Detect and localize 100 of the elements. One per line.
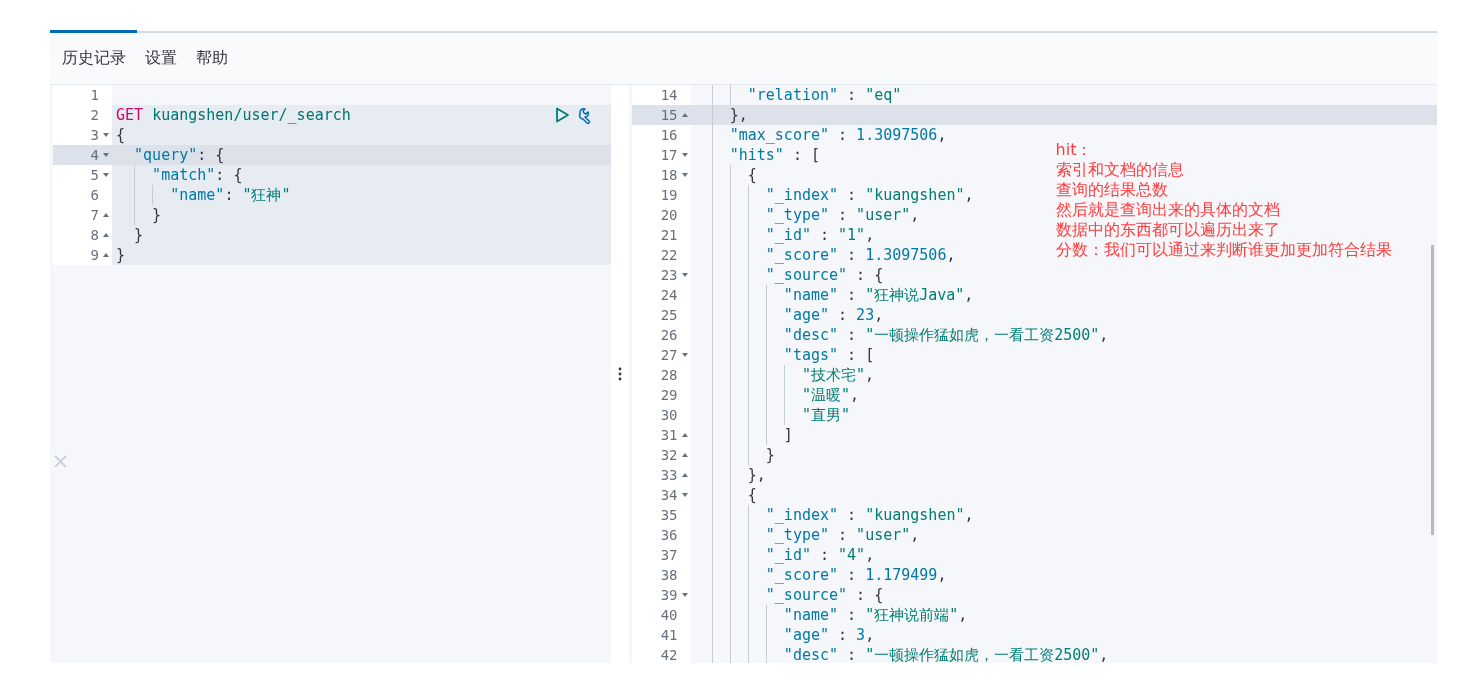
fold-arrow-icon[interactable] xyxy=(680,172,689,178)
code-line: "name" : "狂神说前端", xyxy=(782,605,968,625)
line-number: 35 xyxy=(660,507,678,523)
code-line: GET kuangshen/user/_search xyxy=(116,105,351,125)
code-line: "技术宅", xyxy=(800,365,874,385)
line-number: 42 xyxy=(660,647,678,663)
annotation-text: 然后就是查询出来的具体的文档 xyxy=(1055,200,1281,220)
line-number: 18 xyxy=(660,167,678,183)
line-number: 17 xyxy=(660,147,678,163)
code-line: { xyxy=(116,125,126,145)
line-number: 37 xyxy=(660,547,678,563)
line-number: 21 xyxy=(660,227,678,243)
menu-item[interactable]: 帮助 xyxy=(196,48,228,69)
line-number: 39 xyxy=(660,587,678,603)
line-number: 2 xyxy=(90,107,99,123)
code-line: "relation" : "eq" xyxy=(746,85,902,105)
fold-arrow-icon[interactable] xyxy=(680,472,689,478)
line-number: 32 xyxy=(660,447,678,463)
fold-arrow-icon[interactable] xyxy=(102,152,110,158)
code-line: "query": { xyxy=(133,145,225,165)
code-line: "_index" : "kuangshen", xyxy=(764,185,974,205)
code-line: } xyxy=(764,445,775,465)
code-line: "max_score" : 1.3097506, xyxy=(728,125,947,145)
line-number: 5 xyxy=(90,167,99,183)
line-number: 14 xyxy=(660,87,678,103)
line-number: 3 xyxy=(90,127,99,143)
code-line: "age" : 23, xyxy=(782,305,884,325)
line-number: 34 xyxy=(660,487,678,503)
code-line: }, xyxy=(728,105,748,125)
annotation-text: 分数：我们可以通过来判断谁更加更加符合结果 xyxy=(1055,240,1392,260)
line-number: 19 xyxy=(660,187,678,203)
fold-arrow-icon[interactable] xyxy=(102,232,110,238)
fold-arrow-icon[interactable] xyxy=(680,452,689,458)
line-number: 4 xyxy=(90,147,99,163)
line-number: 8 xyxy=(90,227,99,243)
line-number: 20 xyxy=(660,207,678,223)
fold-arrow-icon[interactable] xyxy=(680,492,689,498)
line-number: 9 xyxy=(90,247,99,263)
code-line: "desc" : "一顿操作猛如虎，一看工资2500", xyxy=(782,645,1109,663)
line-number: 24 xyxy=(660,287,678,303)
line-number: 29 xyxy=(660,387,678,403)
menu-item[interactable]: 设置 xyxy=(145,48,177,69)
fold-arrow-icon[interactable] xyxy=(102,212,110,218)
code-line: "温暖", xyxy=(800,385,859,405)
line-number: 7 xyxy=(90,207,99,223)
fold-arrow-icon[interactable] xyxy=(102,172,110,178)
annotation-text: 查询的结果总数 xyxy=(1055,180,1169,200)
annotation-text: 数据中的东西都可以遍历出来了 xyxy=(1055,220,1281,240)
code-line: "desc" : "一顿操作猛如虎，一看工资2500", xyxy=(782,325,1109,345)
fold-arrow-icon[interactable] xyxy=(102,252,110,258)
code-line: "_source" : { xyxy=(764,585,884,605)
line-number: 16 xyxy=(660,127,678,143)
annotation-text: 索引和文档的信息 xyxy=(1055,160,1185,180)
line-number: 40 xyxy=(660,607,678,623)
fold-arrow-icon[interactable] xyxy=(680,112,689,118)
line-number: 33 xyxy=(660,467,678,483)
code-line: "_type" : "user", xyxy=(764,525,920,545)
line-number: 1 xyxy=(90,87,99,103)
code-line: "hits" : [ xyxy=(728,145,820,165)
code-line: "tags" : [ xyxy=(782,345,875,365)
code-line: "_id" : "4", xyxy=(764,545,875,565)
code-line: ] xyxy=(782,425,793,445)
fold-arrow-icon[interactable] xyxy=(680,152,689,158)
fold-arrow-icon[interactable] xyxy=(680,352,689,358)
code-line: { xyxy=(746,485,757,505)
code-line: "_type" : "user", xyxy=(764,205,920,225)
code-line: "_score" : 1.3097506, xyxy=(764,245,956,265)
code-line: } xyxy=(133,225,144,245)
line-number: 36 xyxy=(660,527,678,543)
request-editor[interactable]: 1 2 GET kuangshen/user/_search 3 { 4 "query": { 5 "match": { 6 "name": "狂神" 7 } 8 } 9 } xyxy=(50,85,611,663)
code-line: "name" : "狂神说Java", xyxy=(782,285,974,305)
line-number: 27 xyxy=(660,347,678,363)
line-number: 23 xyxy=(660,267,678,283)
code-line: }, xyxy=(746,465,766,485)
code-line: "name": "狂神" xyxy=(169,185,291,205)
line-number: 6 xyxy=(90,187,99,203)
code-line: "_index" : "kuangshen", xyxy=(764,505,974,525)
menu-item[interactable]: 历史记录 xyxy=(62,48,126,69)
line-number: 25 xyxy=(660,307,678,323)
fold-arrow-icon[interactable] xyxy=(680,272,689,278)
line-number: 15 xyxy=(660,107,678,123)
line-number: 41 xyxy=(660,627,678,643)
line-number: 30 xyxy=(660,407,678,423)
drag-dots-icon[interactable] xyxy=(617,367,622,381)
code-line: "_score" : 1.179499, xyxy=(764,565,947,585)
scrollbar[interactable] xyxy=(1430,245,1434,535)
code-line: } xyxy=(116,245,126,265)
annotation-text: hit： xyxy=(1055,140,1094,160)
fold-arrow-icon[interactable] xyxy=(102,132,110,138)
fold-arrow-icon[interactable] xyxy=(680,432,689,438)
fold-arrow-icon[interactable] xyxy=(680,592,689,598)
line-number: 26 xyxy=(660,327,678,343)
code-line: "age" : 3, xyxy=(782,625,875,645)
code-line: "_source" : { xyxy=(764,265,884,285)
line-number: 31 xyxy=(660,427,678,443)
code-line: "_id" : "1", xyxy=(764,225,875,245)
code-line: "直男" xyxy=(800,405,850,425)
line-number: 28 xyxy=(660,367,678,383)
code-line: } xyxy=(151,205,162,225)
line-number: 38 xyxy=(660,567,678,583)
